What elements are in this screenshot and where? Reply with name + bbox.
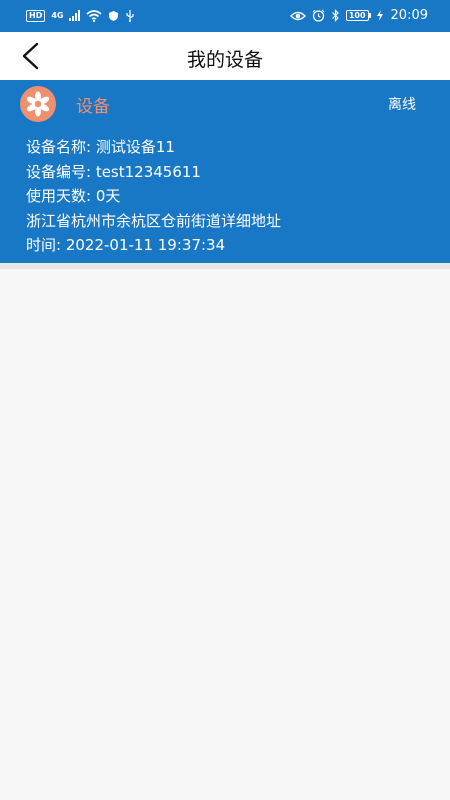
network-type: 4G <box>51 10 64 20</box>
device-name-line: 设备名称: 测试设备11 <box>26 138 175 156</box>
device-card[interactable]: 设备 离线 设备名称: 测试设备11 设备编号: test12345611 使用… <box>0 80 450 263</box>
usage-days-line: 使用天数: 0天 <box>26 187 121 205</box>
clock: 20:09 <box>390 8 428 23</box>
wifi-icon <box>86 9 103 22</box>
status-left: HD 4G <box>26 9 135 22</box>
status-bar: HD 4G 100 20:09 <box>0 0 450 32</box>
device-status: 离线 <box>388 97 416 113</box>
shield-icon <box>109 10 119 21</box>
page-title: 我的设备 <box>186 49 263 71</box>
alarm-icon <box>312 9 325 22</box>
fan-icon <box>26 91 50 117</box>
address-line: 浙江省杭州市余杭区仓前街道详细地址 <box>26 211 282 230</box>
bluetooth-icon <box>331 9 339 22</box>
device-name: 设备 <box>76 97 110 117</box>
card-divider <box>0 263 450 269</box>
battery-level: 100 <box>345 10 369 21</box>
device-info: 设备名称: 测试设备11 设备编号: test12345611 使用天数: 0天… <box>26 135 281 258</box>
hd-badge: HD <box>26 9 46 22</box>
usb-icon <box>126 10 135 22</box>
device-code-line: 设备编号: test12345611 <box>26 162 201 181</box>
time-line: 时间: 2022-01-11 19:37:34 <box>26 236 226 254</box>
eye-icon <box>289 11 306 20</box>
charging-icon <box>376 10 383 21</box>
nav-bar: 我的设备 <box>0 32 450 80</box>
device-avatar <box>20 86 56 122</box>
battery-icon: 100 <box>345 10 371 21</box>
signal-icon <box>69 10 81 21</box>
status-right: 100 20:09 <box>289 8 428 23</box>
